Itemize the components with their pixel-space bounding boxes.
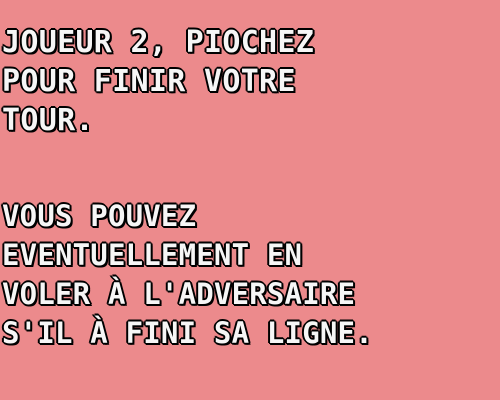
turn-instruction-text: JOUEUR 2, PIOCHEZ POUR FINIR VOTRE TOUR. [1, 24, 315, 139]
game-message-screen: JOUEUR 2, PIOCHEZ POUR FINIR VOTRE TOUR.… [0, 0, 500, 400]
steal-hint-text: VOUS POUVEZ EVENTUELLEMENT EN VOLER À L'… [1, 198, 374, 351]
